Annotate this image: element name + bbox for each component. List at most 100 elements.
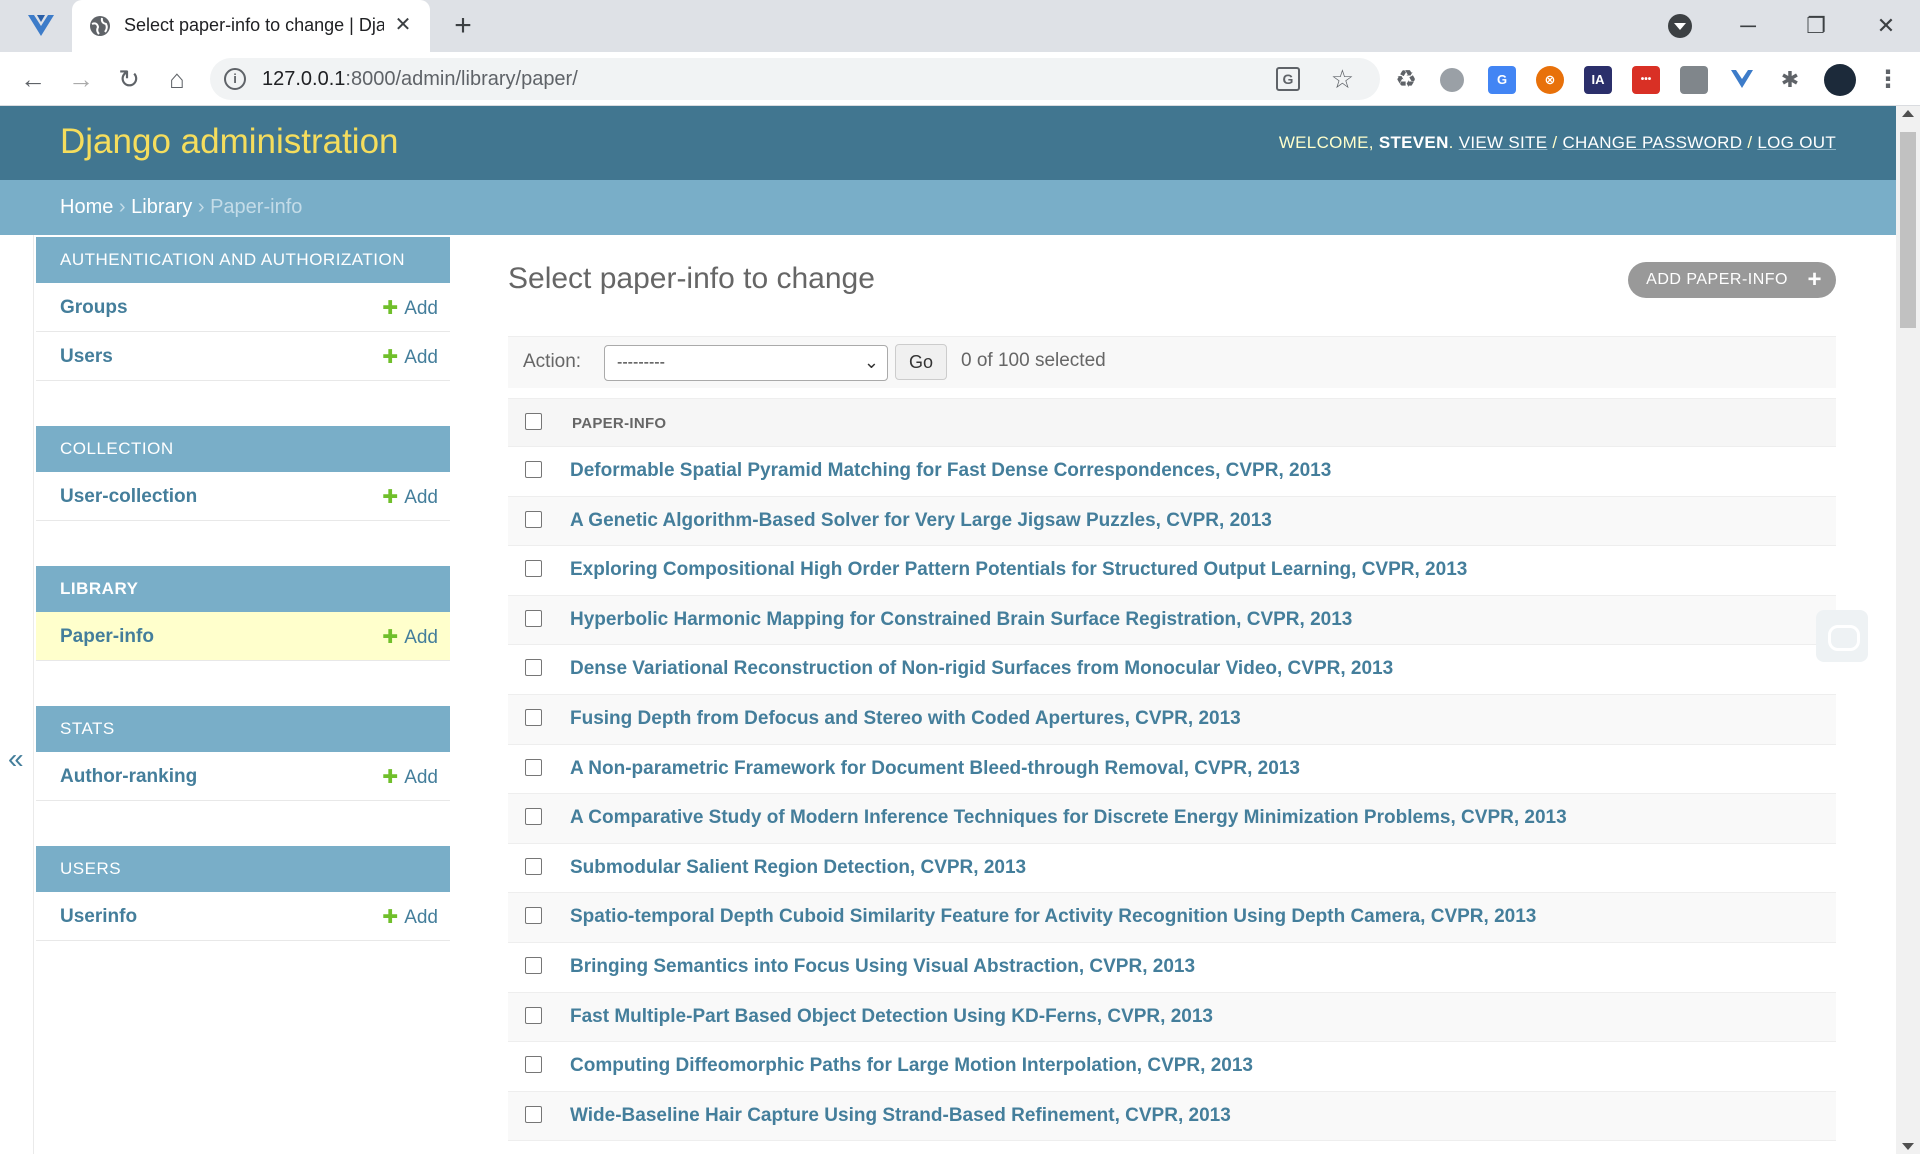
row-checkbox[interactable] <box>525 758 542 776</box>
paper-info-link[interactable]: Spatio-temporal Depth Cuboid Similarity … <box>570 906 1536 928</box>
new-tab-button[interactable]: + <box>446 10 480 44</box>
module-auth: AUTHENTICATION AND AUTHORIZATION Groups … <box>36 237 450 381</box>
add-author-ranking-link[interactable]: ✚ Add <box>382 766 438 789</box>
paper-info-link[interactable]: A Non-parametric Framework for Document … <box>570 758 1300 780</box>
y-extension-icon[interactable] <box>1728 66 1756 94</box>
page-scrollbar[interactable] <box>1896 106 1920 1154</box>
module-caption[interactable]: STATS <box>36 706 450 752</box>
site-branding[interactable]: Django administration <box>60 122 399 162</box>
paper-info-link[interactable]: A Comparative Study of Modern Inference … <box>570 807 1567 829</box>
breadcrumb-home[interactable]: Home <box>60 196 113 218</box>
paper-info-link[interactable]: Fusing Depth from Defocus and Stereo wit… <box>570 708 1241 730</box>
change-password-link[interactable]: CHANGE PASSWORD <box>1562 133 1742 152</box>
row-checkbox[interactable] <box>525 907 542 925</box>
module-caption[interactable]: AUTHENTICATION AND AUTHORIZATION <box>36 237 450 283</box>
forward-arrow-icon[interactable]: → <box>64 62 98 96</box>
tab-search-icon[interactable] <box>1668 14 1692 38</box>
menu-kebab-icon[interactable]: ⋮ <box>1874 66 1902 94</box>
scroll-up-arrow-icon[interactable] <box>1902 110 1914 117</box>
column-header-paper-info[interactable]: PAPER-INFO <box>572 415 666 432</box>
paper-info-link[interactable]: Wide-Baseline Hair Capture Using Strand-… <box>570 1105 1231 1127</box>
url-text[interactable]: 127.0.0.1:8000/admin/library/paper/ <box>262 68 578 91</box>
paper-info-link[interactable]: Bringing Semantics into Focus Using Visu… <box>570 956 1195 978</box>
green-dot-extension-icon[interactable] <box>1440 68 1464 92</box>
gray-extension-icon[interactable] <box>1680 66 1708 94</box>
model-link-author-ranking[interactable]: Author-ranking <box>60 766 197 788</box>
globe-icon <box>90 16 110 36</box>
restore-button[interactable]: ❐ <box>1796 8 1836 44</box>
google-translate-extension-icon[interactable]: G <box>1488 66 1516 94</box>
ia-extension-icon[interactable]: IA <box>1584 66 1612 94</box>
table-row: Spatio-temporal Depth Cuboid Similarity … <box>508 893 1836 943</box>
plus-icon: ✚ <box>382 487 399 508</box>
row-checkbox[interactable] <box>525 1006 542 1024</box>
paper-info-link[interactable]: Hyperbolic Harmonic Mapping for Constrai… <box>570 609 1352 631</box>
add-user-collection-link[interactable]: ✚ Add <box>382 486 438 509</box>
row-checkbox[interactable] <box>525 708 542 726</box>
browser-logo-icon[interactable] <box>26 12 56 40</box>
model-link-users[interactable]: Users <box>60 346 113 368</box>
toggle-nav-sidebar[interactable]: « <box>0 235 34 1154</box>
paper-info-link[interactable]: Deformable Spatial Pyramid Matching for … <box>570 460 1331 482</box>
scroll-thumb[interactable] <box>1900 132 1916 328</box>
red-extension-icon[interactable]: ••• <box>1632 66 1660 94</box>
add-userinfo-link[interactable]: ✚ Add <box>382 906 438 929</box>
row-checkbox[interactable] <box>525 461 542 478</box>
module-caption[interactable]: USERS <box>36 846 450 892</box>
row-checkbox[interactable] <box>525 956 542 974</box>
bookmark-star-icon[interactable]: ☆ <box>1331 64 1354 95</box>
paper-info-link[interactable]: A Genetic Algorithm-Based Solver for Ver… <box>570 510 1272 532</box>
row-checkbox[interactable] <box>525 1056 542 1074</box>
row-checkbox[interactable] <box>525 808 542 826</box>
site-info-icon[interactable]: i <box>224 68 246 90</box>
model-link-groups[interactable]: Groups <box>60 297 128 319</box>
model-link-paper-info[interactable]: Paper-info <box>60 626 154 648</box>
minimize-button[interactable]: ─ <box>1728 8 1768 44</box>
row-checkbox[interactable] <box>525 857 542 875</box>
table-row: A Genetic Algorithm-Based Solver for Ver… <box>508 496 1836 547</box>
select-all-checkbox[interactable] <box>525 413 542 430</box>
paper-info-link[interactable]: Fast Multiple-Part Based Object Detectio… <box>570 1006 1213 1028</box>
translate-icon[interactable]: G <box>1276 67 1300 91</box>
row-checkbox[interactable] <box>525 609 542 627</box>
action-select[interactable]: --------- ⌄ <box>604 345 888 381</box>
model-link-user-collection[interactable]: User-collection <box>60 486 197 508</box>
tab-close-icon[interactable]: ✕ <box>390 12 416 38</box>
username: STEVEN <box>1378 133 1449 152</box>
recycle-extension-icon[interactable]: ♻ <box>1392 66 1420 94</box>
row-checkbox[interactable] <box>525 1105 542 1123</box>
log-out-link[interactable]: LOG OUT <box>1757 133 1836 152</box>
go-button[interactable]: Go <box>895 344 947 380</box>
result-list: PAPER-INFO Deformable Spatial Pyramid Ma… <box>508 398 1836 1142</box>
reload-icon[interactable]: ↻ <box>112 62 146 96</box>
floating-extension-badge[interactable] <box>1816 610 1868 662</box>
add-paper-info-button[interactable]: ADD PAPER-INFO + <box>1628 262 1836 298</box>
paper-info-link[interactable]: Dense Variational Reconstruction of Non-… <box>570 658 1393 680</box>
view-site-link[interactable]: VIEW SITE <box>1459 133 1548 152</box>
module-caption[interactable]: LIBRARY <box>36 566 450 612</box>
collapse-sidebar-icon[interactable]: « <box>8 743 24 775</box>
home-icon[interactable]: ⌂ <box>160 62 194 96</box>
puzzle-extensions-icon[interactable]: ✱ <box>1776 66 1804 94</box>
back-arrow-icon[interactable]: ← <box>16 62 50 96</box>
scroll-down-arrow-icon[interactable] <box>1902 1143 1914 1150</box>
actions-bar: Action: --------- ⌄ Go 0 of 100 selected <box>508 336 1836 388</box>
address-bar[interactable]: i 127.0.0.1:8000/admin/library/paper/ G … <box>210 58 1380 100</box>
page-title: Select paper-info to change <box>508 262 875 295</box>
browser-tab[interactable]: Select paper-info to change | Dja ✕ <box>72 0 430 52</box>
breadcrumb-library[interactable]: Library <box>131 196 192 218</box>
add-groups-link[interactable]: ✚ Add <box>382 297 438 320</box>
add-paper-info-link[interactable]: ✚ Add <box>382 626 438 649</box>
row-checkbox[interactable] <box>525 659 542 677</box>
module-caption[interactable]: COLLECTION <box>36 426 450 472</box>
profile-avatar[interactable] <box>1824 64 1856 96</box>
paper-info-link[interactable]: Exploring Compositional High Order Patte… <box>570 559 1467 581</box>
paper-info-link[interactable]: Computing Diffeomorphic Paths for Large … <box>570 1055 1253 1077</box>
model-link-userinfo[interactable]: Userinfo <box>60 906 137 928</box>
orange-extension-icon[interactable]: ⊗ <box>1536 66 1564 94</box>
window-close-button[interactable]: ✕ <box>1866 8 1906 44</box>
row-checkbox[interactable] <box>525 510 542 528</box>
paper-info-link[interactable]: Submodular Salient Region Detection, CVP… <box>570 857 1026 879</box>
add-users-link[interactable]: ✚ Add <box>382 346 438 369</box>
row-checkbox[interactable] <box>525 560 542 578</box>
